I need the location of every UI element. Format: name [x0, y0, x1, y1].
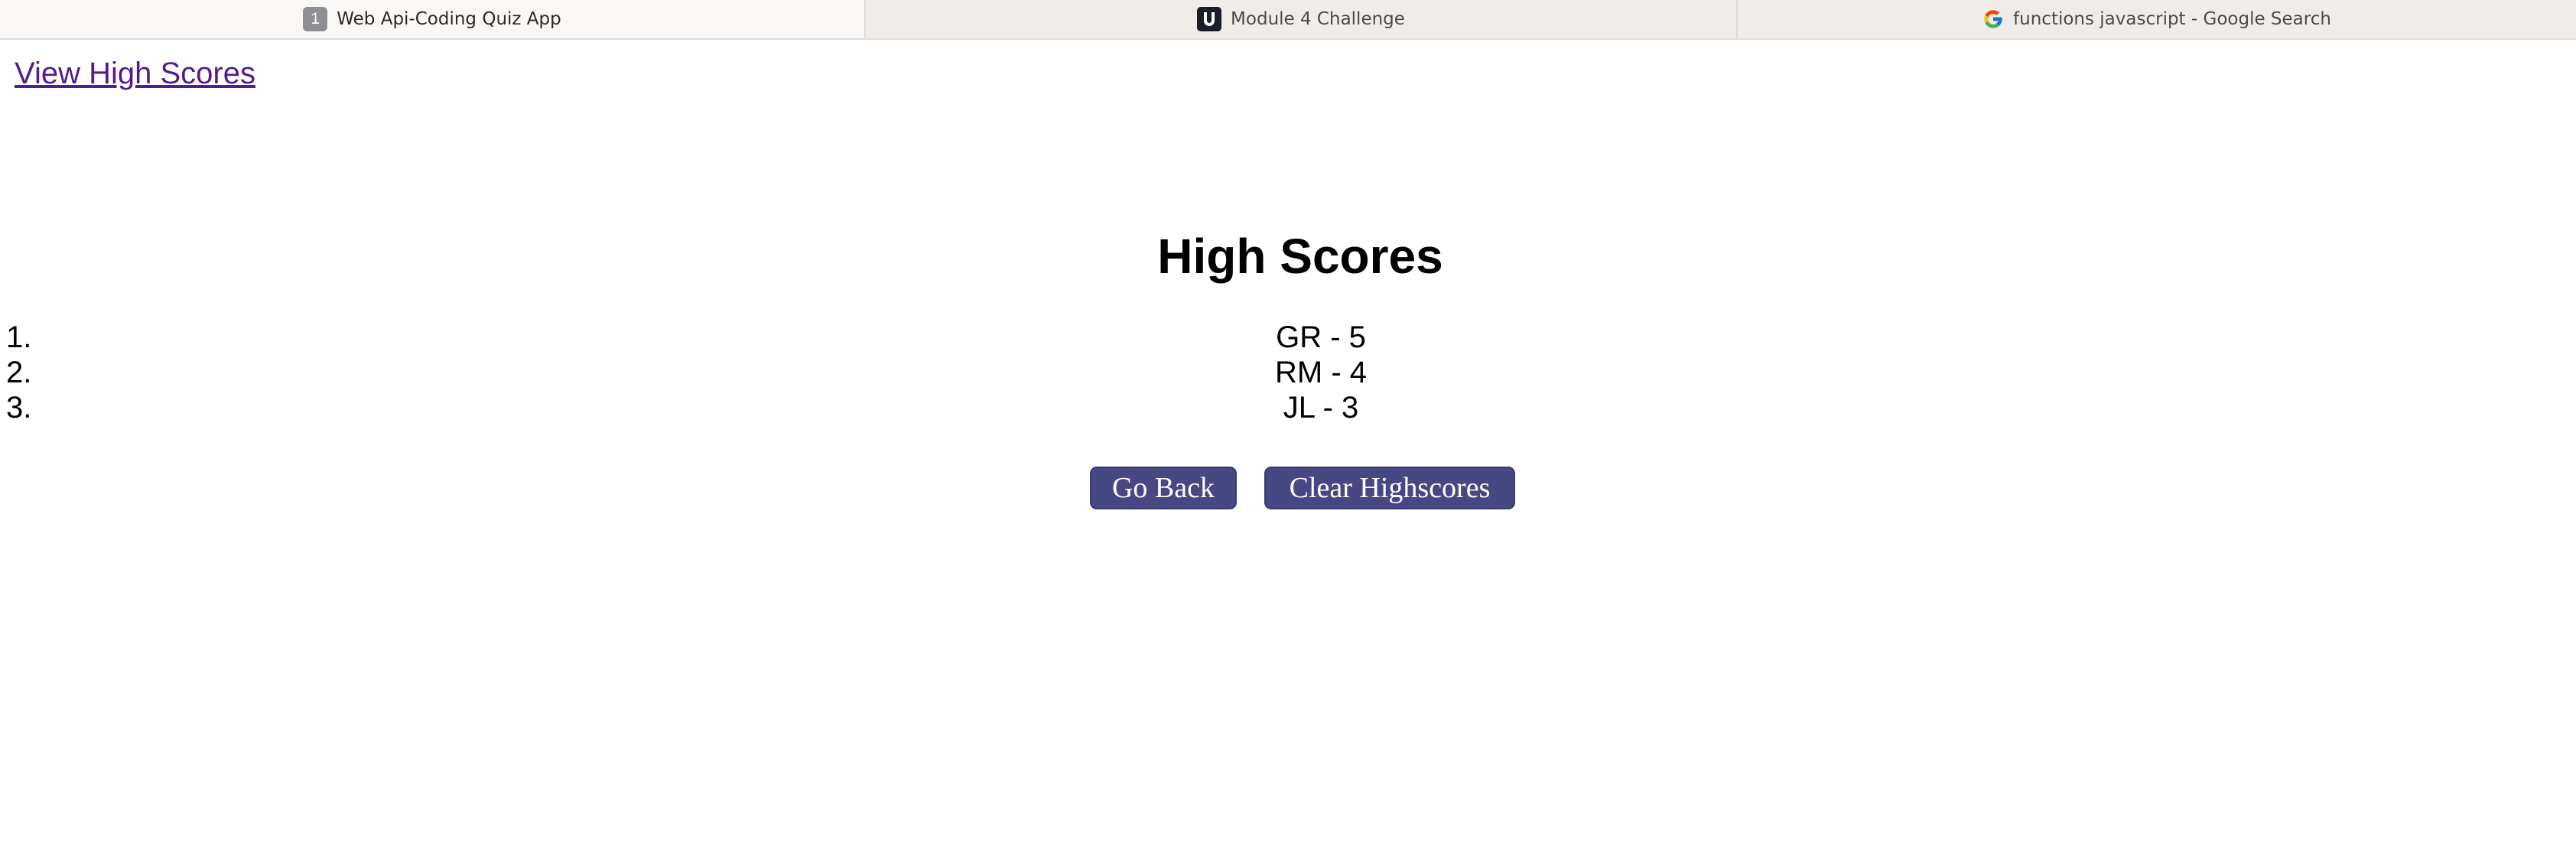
browser-tab-bar: 1 Web Api-Coding Quiz App Module 4 Chall… — [0, 0, 2576, 40]
tab-google-search[interactable]: functions javascript - Google Search — [1738, 0, 2576, 38]
tab-web-api-coding-quiz[interactable]: 1 Web Api-Coding Quiz App — [0, 0, 866, 38]
u-logo-icon — [1197, 7, 1222, 31]
number-badge-icon: 1 — [303, 7, 328, 31]
tab-module-4-challenge[interactable]: Module 4 Challenge — [866, 0, 1738, 38]
score-rank: 1. — [6, 320, 32, 354]
score-row: 3. JL - 3 — [0, 390, 2576, 425]
score-rank: 2. — [6, 356, 32, 389]
view-high-scores-link[interactable]: View High Scores — [15, 57, 255, 91]
score-row: 1. GR - 5 — [0, 320, 2576, 355]
go-back-button[interactable]: Go Back — [1090, 467, 1237, 509]
score-text: JL - 3 — [1283, 391, 1359, 424]
page-title: High Scores — [1157, 229, 1443, 284]
score-text: RM - 4 — [1275, 356, 1367, 389]
score-text: GR - 5 — [1276, 320, 1366, 354]
tab-label: functions javascript - Google Search — [2013, 9, 2331, 29]
tab-label: Module 4 Challenge — [1231, 9, 1405, 29]
google-g-icon — [1982, 8, 2004, 30]
high-scores-list: 1. GR - 5 2. RM - 4 3. JL - 3 — [0, 320, 2576, 425]
action-buttons: Go Back Clear Highscores — [1090, 467, 1515, 509]
score-rank: 3. — [6, 391, 32, 424]
score-row: 2. RM - 4 — [0, 355, 2576, 390]
clear-highscores-button[interactable]: Clear Highscores — [1264, 467, 1515, 509]
tab-label: Web Api-Coding Quiz App — [337, 9, 561, 29]
